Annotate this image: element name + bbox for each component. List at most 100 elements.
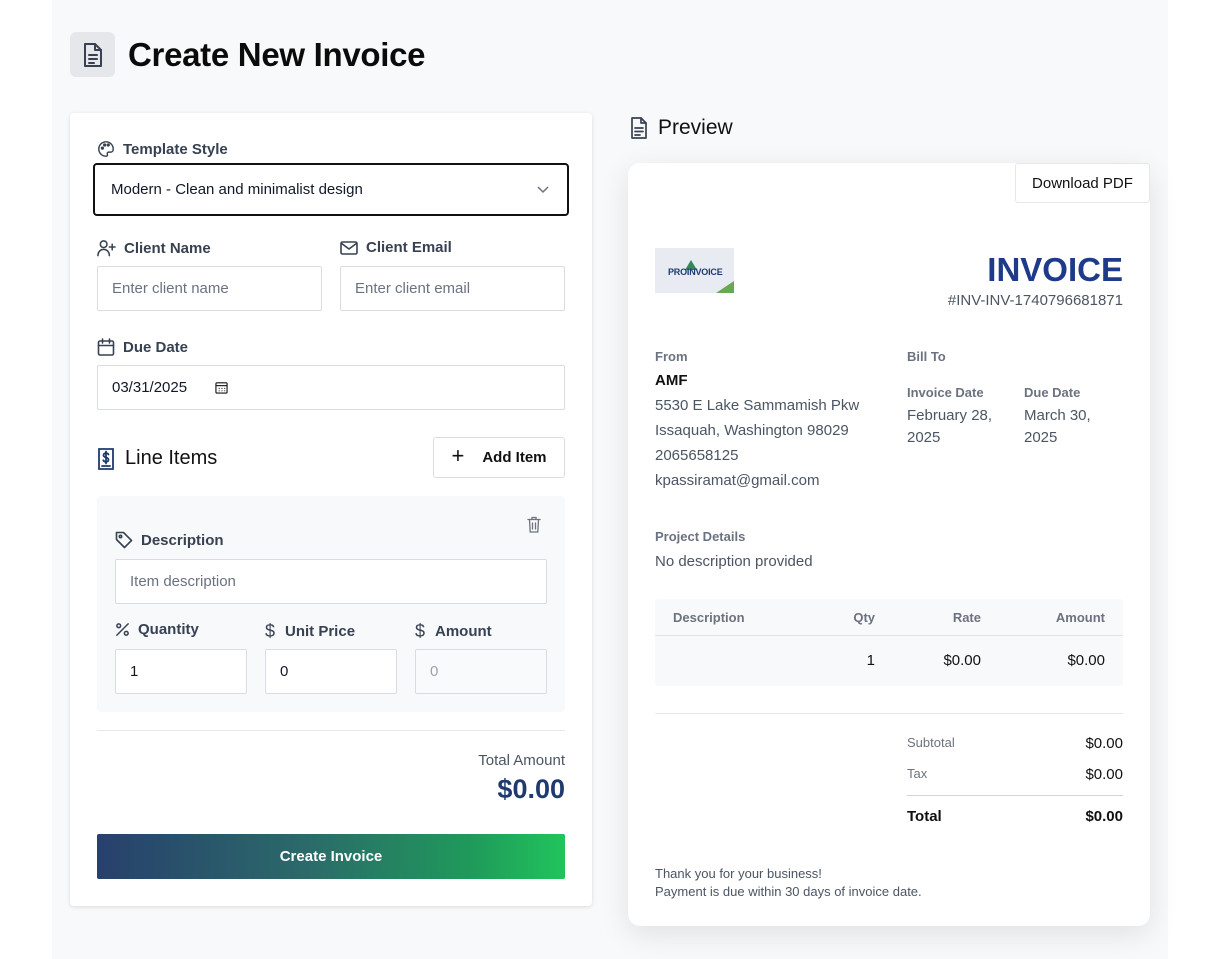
client-name-input[interactable]: Enter client name bbox=[97, 266, 322, 311]
page-background: Create New Invoice Template Style Modern… bbox=[52, 0, 1168, 959]
page-header: Create New Invoice bbox=[70, 32, 426, 77]
invoice-form: Template Style Modern - Clean and minima… bbox=[70, 113, 592, 906]
create-invoice-button[interactable]: Create Invoice bbox=[97, 834, 565, 879]
tax-value: $0.00 bbox=[1085, 766, 1123, 783]
due-date-value: 03/31/2025 bbox=[112, 379, 188, 396]
template-style-label-text: Template Style bbox=[123, 140, 228, 158]
template-style-select[interactable]: Modern - Clean and minimalist design bbox=[93, 163, 569, 216]
from-address-2: Issaquah, Washington 98029 bbox=[655, 422, 849, 439]
calendar-icon bbox=[97, 338, 115, 356]
due-date-label: Due Date bbox=[97, 338, 188, 356]
user-plus-icon bbox=[97, 240, 116, 257]
total-divider bbox=[907, 795, 1123, 796]
client-name-label-text: Client Name bbox=[124, 239, 211, 257]
percent-icon bbox=[116, 623, 129, 636]
trash-icon[interactable] bbox=[527, 516, 541, 538]
client-email-label: Client Email bbox=[340, 239, 452, 256]
download-pdf-button[interactable]: Download PDF bbox=[1015, 163, 1150, 203]
unit-price-label: $ Unit Price bbox=[265, 621, 355, 642]
due-date-line-1: March 30, bbox=[1024, 407, 1091, 424]
template-style-label: Template Style bbox=[97, 140, 228, 158]
from-label: From bbox=[655, 349, 688, 364]
client-email-input[interactable]: Enter client email bbox=[340, 266, 565, 311]
item-description-input[interactable]: Item description bbox=[115, 559, 547, 604]
preview-heading: Preview bbox=[630, 116, 733, 140]
preview-divider bbox=[655, 713, 1123, 714]
form-divider bbox=[97, 730, 565, 731]
description-label-text: Description bbox=[141, 531, 224, 549]
th-description: Description bbox=[673, 610, 745, 625]
invoice-preview: Download PDF PROINVOICE INVOICE #INV-INV… bbox=[628, 163, 1150, 926]
from-email: kpassiramat@gmail.com bbox=[655, 472, 820, 489]
page-title: Create New Invoice bbox=[128, 35, 426, 73]
add-item-label: Add Item bbox=[482, 449, 547, 466]
dollar-icon: $ bbox=[415, 621, 426, 641]
due-date-label-text: Due Date bbox=[123, 338, 189, 356]
footer-line-2: Payment is due within 30 days of invoice… bbox=[655, 884, 922, 899]
amount-input: 0 bbox=[415, 649, 547, 694]
due-date-line-2: 2025 bbox=[1024, 429, 1058, 446]
preview-title-text: Preview bbox=[658, 116, 733, 139]
invoice-title: INVOICE bbox=[987, 251, 1123, 288]
line-item: Description Item description Quantity 1 … bbox=[97, 496, 565, 712]
bill-to-label: Bill To bbox=[907, 349, 946, 364]
chevron-down-icon bbox=[537, 185, 549, 193]
due-date-preview-label: Due Date bbox=[1024, 385, 1081, 400]
logo-text: PROINVOICE bbox=[668, 267, 723, 277]
description-label: Description bbox=[115, 531, 224, 549]
unit-price-label-text: Unit Price bbox=[285, 623, 356, 640]
document-icon bbox=[70, 32, 115, 77]
add-item-button[interactable]: + Add Item bbox=[433, 437, 565, 478]
invoice-date-line-2: 2025 bbox=[907, 429, 941, 446]
palette-icon bbox=[98, 141, 114, 157]
from-name: AMF bbox=[655, 372, 688, 389]
th-rate: Rate bbox=[952, 610, 981, 625]
from-address-1: 5530 E Lake Sammamish Pkw bbox=[655, 397, 860, 414]
footer-note: Thank you for your business! Payment is … bbox=[655, 865, 922, 901]
quantity-label: Quantity bbox=[115, 621, 199, 638]
amount-label: $ Amount bbox=[415, 621, 492, 642]
client-name-label: Client Name bbox=[97, 239, 211, 257]
unit-price-input[interactable]: 0 bbox=[265, 649, 397, 694]
preview-total-label: Total bbox=[907, 808, 942, 825]
footer-line-1: Thank you for your business! bbox=[655, 866, 822, 881]
document-icon bbox=[631, 117, 647, 139]
receipt-icon bbox=[98, 447, 114, 470]
total-amount-value: $0.00 bbox=[497, 774, 565, 804]
from-phone: 2065658125 bbox=[655, 447, 739, 464]
logo-corner bbox=[716, 281, 734, 293]
table-header: Description Qty Rate Amount bbox=[655, 599, 1123, 636]
invoice-date-label: Invoice Date bbox=[907, 385, 984, 400]
preview-total-value: $0.00 bbox=[1085, 808, 1123, 825]
client-email-label-text: Client Email bbox=[366, 239, 452, 256]
invoice-date-line-1: February 28, bbox=[907, 407, 993, 424]
mail-icon bbox=[340, 240, 358, 255]
tax-label: Tax bbox=[907, 766, 928, 781]
invoice-date-value: February 28, 2025 bbox=[907, 405, 992, 449]
subtotal-value: $0.00 bbox=[1085, 735, 1123, 752]
line-items-table: Description Qty Rate Amount 1 $0.00 $0.0… bbox=[655, 599, 1123, 686]
line-items-heading: Line Items bbox=[97, 447, 217, 470]
company-logo: PROINVOICE bbox=[655, 248, 734, 293]
total-amount-label: Total Amount bbox=[478, 752, 565, 769]
amount-label-text: Amount bbox=[435, 623, 492, 640]
td-qty: 1 bbox=[866, 652, 875, 669]
due-date-preview-value: March 30, 2025 bbox=[1024, 405, 1091, 449]
th-qty: Qty bbox=[853, 610, 875, 625]
dollar-icon: $ bbox=[265, 621, 276, 641]
template-style-value: Modern - Clean and minimalist design bbox=[111, 181, 363, 198]
calendar-picker-icon[interactable] bbox=[215, 381, 228, 394]
plus-icon: + bbox=[451, 443, 465, 468]
due-date-input[interactable]: 03/31/2025 bbox=[97, 365, 565, 410]
tag-icon bbox=[115, 531, 133, 549]
line-items-title-text: Line Items bbox=[125, 447, 218, 469]
project-details-label: Project Details bbox=[655, 529, 746, 544]
invoice-number: #INV-INV-1740796681871 bbox=[947, 292, 1123, 309]
th-amount: Amount bbox=[1055, 610, 1105, 625]
td-amount: $0.00 bbox=[1067, 652, 1105, 669]
subtotal-label: Subtotal bbox=[907, 735, 955, 750]
td-rate: $0.00 bbox=[943, 652, 981, 669]
quantity-input[interactable]: 1 bbox=[115, 649, 247, 694]
project-details-value: No description provided bbox=[655, 553, 813, 570]
quantity-label-text: Quantity bbox=[138, 621, 199, 638]
